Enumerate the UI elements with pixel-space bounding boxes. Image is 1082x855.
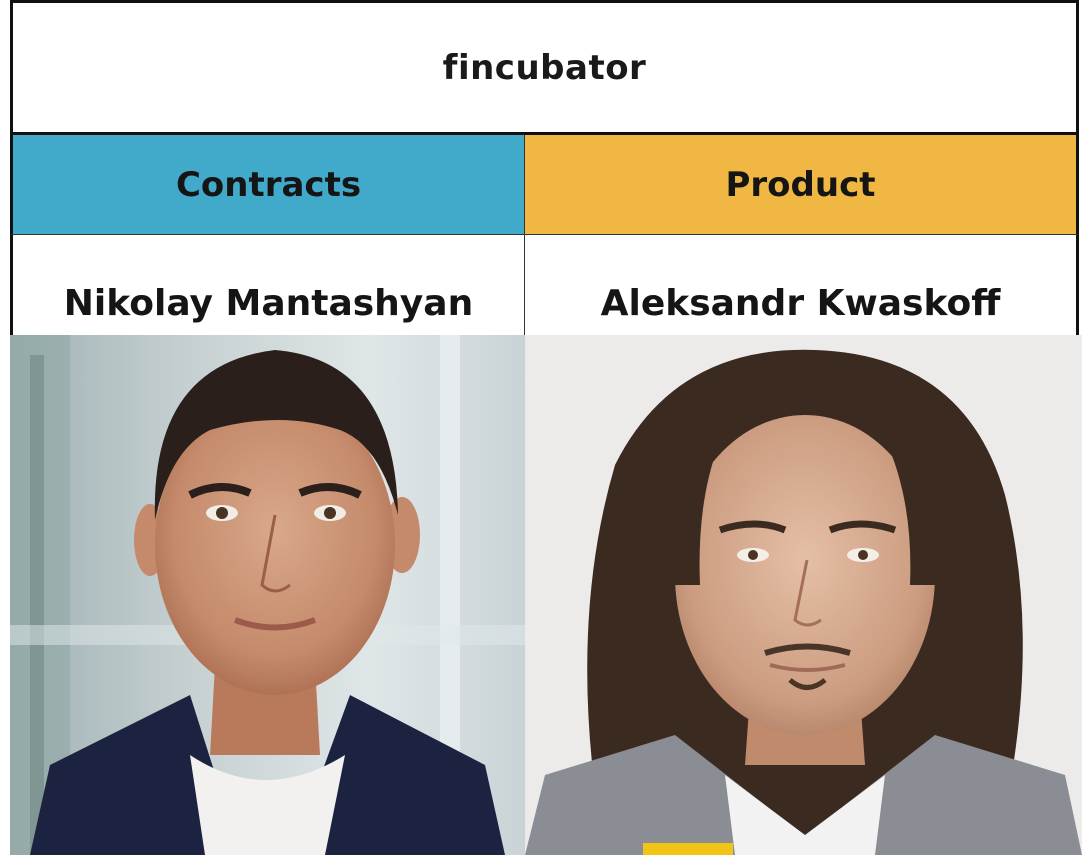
portrait-photo-right xyxy=(525,335,1082,855)
name-cell-right: Aleksandr Kwaskoff xyxy=(525,235,1079,335)
page-title: fincubator xyxy=(442,47,647,88)
heading-contracts-label: Contracts xyxy=(175,164,362,205)
team-board: fincubator Contracts Product Nikolay Man… xyxy=(10,0,1082,855)
name-cell-left: Nikolay Mantashyan xyxy=(10,235,525,335)
portrait-right-image xyxy=(525,335,1082,855)
title-cell: fincubator xyxy=(10,0,1079,135)
person-name-right: Aleksandr Kwaskoff xyxy=(600,282,1001,324)
heading-product: Product xyxy=(525,135,1079,235)
portrait-photo-left xyxy=(10,335,525,855)
heading-product-label: Product xyxy=(725,164,876,205)
person-name-left: Nikolay Mantashyan xyxy=(63,282,474,324)
heading-contracts: Contracts xyxy=(10,135,525,235)
portrait-left-image xyxy=(10,335,525,855)
